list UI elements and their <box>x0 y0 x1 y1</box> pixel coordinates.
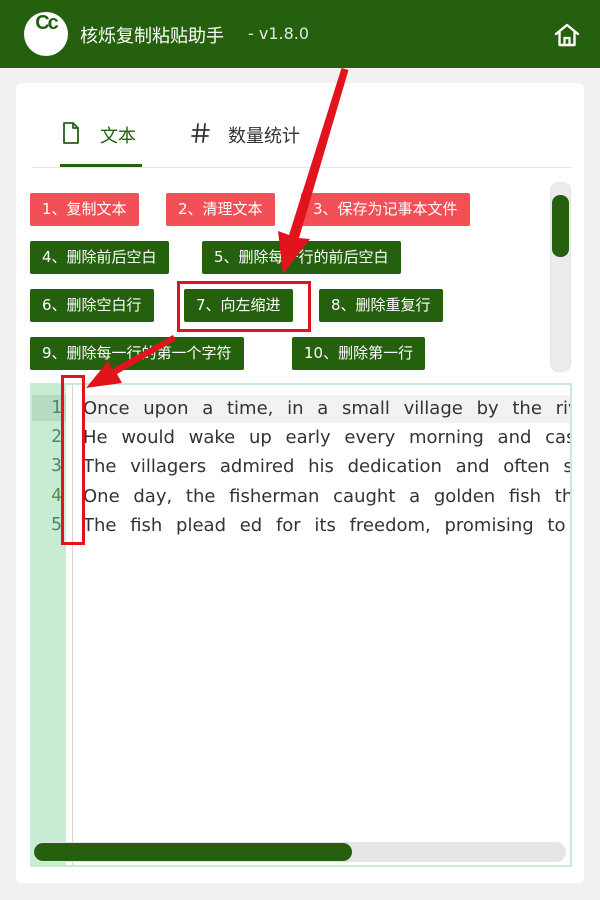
tab-count-stats[interactable]: 数量统计 <box>190 121 330 167</box>
hash-icon <box>191 123 210 143</box>
text-line: The fish plead ed for its freedom, promi… <box>83 515 566 536</box>
app-logo-letters: Cc <box>35 12 59 34</box>
delete-blank-lines-button[interactable]: 6、删除空白行 <box>30 289 154 322</box>
app-title: 核烁复制粘贴助手 <box>80 26 224 47</box>
line-number: 5 <box>51 514 62 535</box>
buttons-scrollbar-thumb[interactable] <box>552 195 569 257</box>
text-editor[interactable]: 1 2 3 4 5 Once upon a time, in a small v… <box>30 383 572 867</box>
tab-text-label: 文本 <box>100 126 136 147</box>
annotation-highlight-box <box>61 375 85 545</box>
title-bar: Cc 核烁复制粘贴助手 - v1.8.0 <box>0 0 600 68</box>
editor-horizontal-scrollbar-thumb[interactable] <box>34 843 352 861</box>
tab-count-stats-label: 数量统计 <box>228 126 300 147</box>
line-number: 1 <box>51 397 62 418</box>
buttons-scrollbar[interactable] <box>550 182 571 372</box>
home-button[interactable] <box>552 21 582 49</box>
clean-text-button[interactable]: 2、清理文本 <box>166 193 275 226</box>
line-number: 4 <box>51 485 62 506</box>
text-line: The villagers admired his dedication and… <box>83 456 570 477</box>
document-icon <box>63 122 79 144</box>
text-line: One day, the fisherman caught a golden f… <box>83 486 570 507</box>
delete-first-line-button[interactable]: 10、删除第一行 <box>292 337 426 370</box>
line-number: 3 <box>51 455 62 476</box>
save-notepad-button[interactable]: 3、保存为记事本文件 <box>301 193 470 226</box>
annotation-highlight-box <box>177 281 311 332</box>
line-number: 2 <box>51 426 62 447</box>
text-line: He would wake up early every morning and… <box>83 427 570 448</box>
copy-text-button[interactable]: 1、复制文本 <box>30 193 139 226</box>
tab-bar: 文本 数量统计 <box>32 83 572 168</box>
delete-first-char-button[interactable]: 9、删除每一行的第一个字符 <box>30 337 244 370</box>
trim-each-line-button[interactable]: 5、删除每一行的前后空白 <box>202 241 401 274</box>
app-logo-icon: Cc <box>24 12 68 56</box>
text-line: Once upon a time, in a small village by … <box>83 398 570 419</box>
tab-text[interactable]: 文本 <box>60 121 142 167</box>
trim-whitespace-button[interactable]: 4、删除前后空白 <box>30 241 169 274</box>
home-icon <box>554 23 580 47</box>
delete-duplicate-lines-button[interactable]: 8、删除重复行 <box>319 289 443 322</box>
editor-text-area[interactable]: Once upon a time, in a small village by … <box>83 385 570 865</box>
editor-horizontal-scrollbar[interactable] <box>33 842 566 862</box>
app-version: - v1.8.0 <box>248 24 310 43</box>
